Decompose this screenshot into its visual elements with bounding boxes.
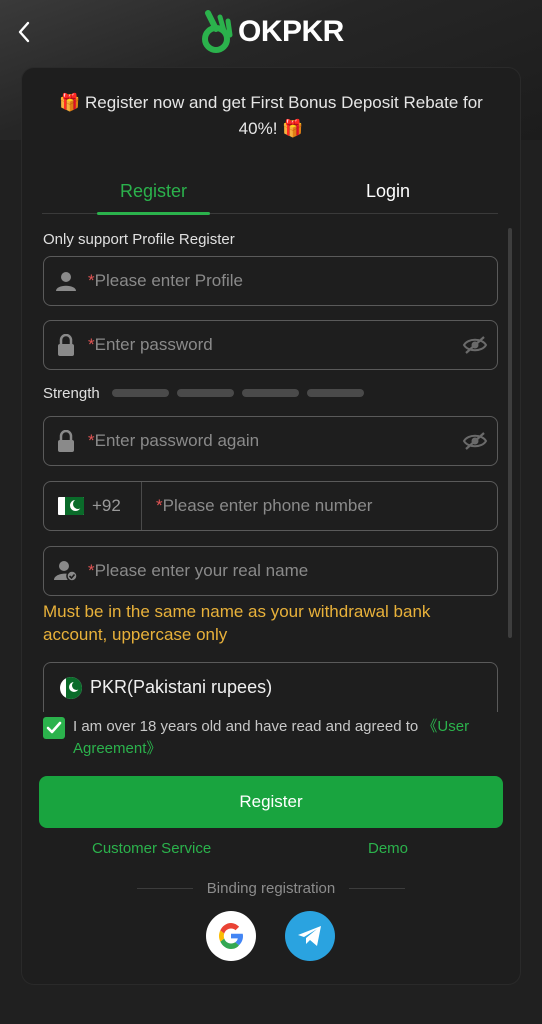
password-strength: Strength xyxy=(43,383,364,403)
brand-logo: OKPKR xyxy=(200,8,344,56)
real-name-warning: Must be in the same name as your withdra… xyxy=(43,602,431,644)
strength-bar xyxy=(111,389,169,397)
password-field[interactable]: *Enter password xyxy=(43,320,498,370)
telegram-login-button[interactable] xyxy=(285,911,335,961)
logo-text: OKPKR xyxy=(238,15,344,48)
register-button[interactable]: Register xyxy=(39,776,503,828)
footer-links: Customer Service Demo xyxy=(22,840,520,862)
tab-register[interactable]: Register xyxy=(97,168,210,215)
phone-placeholder: *Please enter phone number xyxy=(156,496,373,515)
google-icon xyxy=(219,923,243,949)
currency-selector[interactable]: PKR(Pakistani rupees) xyxy=(43,662,498,712)
country-code-selector[interactable]: +92 xyxy=(44,482,142,530)
profile-field[interactable]: *Please enter Profile xyxy=(43,256,498,306)
agreement-checkbox[interactable] xyxy=(43,717,65,739)
pakistan-flag-icon xyxy=(58,497,84,515)
google-login-button[interactable] xyxy=(206,911,256,961)
scrollbar[interactable] xyxy=(508,228,512,638)
register-card: 🎁 Register now and get First Bonus Depos… xyxy=(22,68,520,984)
password-confirm-field[interactable]: *Enter password again xyxy=(43,416,498,466)
pakistan-flag-icon xyxy=(60,676,82,699)
binding-divider: Binding registration xyxy=(137,878,406,898)
divider-line xyxy=(137,887,193,889)
register-hint: Only support Profile Register xyxy=(43,231,235,248)
lock-icon xyxy=(44,417,88,465)
profile-placeholder: *Please enter Profile xyxy=(88,271,243,290)
lock-icon xyxy=(44,321,88,369)
customer-service-link[interactable]: Customer Service xyxy=(92,840,211,857)
user-verified-icon xyxy=(44,547,88,595)
promo-banner: 🎁 Register now and get First Bonus Depos… xyxy=(59,93,483,138)
country-code: +92 xyxy=(92,496,121,515)
back-button[interactable] xyxy=(10,18,38,46)
real-name-placeholder: *Please enter your real name xyxy=(88,561,309,580)
agreement-row: I am over 18 years old and have read and… xyxy=(43,716,503,760)
eye-off-icon[interactable] xyxy=(453,321,497,369)
divider-line xyxy=(349,887,406,889)
real-name-field[interactable]: *Please enter your real name xyxy=(43,546,498,596)
strength-bar xyxy=(306,389,364,397)
telegram-icon xyxy=(298,926,321,946)
check-icon xyxy=(46,721,62,734)
tab-login[interactable]: Login xyxy=(332,168,444,214)
ok-hand-icon xyxy=(202,10,233,53)
agreement-text: I am over 18 years old and have read and… xyxy=(73,718,470,757)
phone-field[interactable]: +92 *Please enter phone number xyxy=(43,481,498,531)
strength-bar xyxy=(241,389,299,397)
auth-tabs: Register Login xyxy=(42,168,498,215)
binding-label: Binding registration xyxy=(206,879,336,897)
eye-off-icon[interactable] xyxy=(453,417,497,465)
strength-bar xyxy=(176,389,234,397)
social-login xyxy=(22,911,520,963)
currency-value: PKR(Pakistani rupees) xyxy=(90,677,273,697)
demo-link[interactable]: Demo xyxy=(368,840,408,857)
chevron-left-icon xyxy=(18,21,30,43)
strength-label: Strength xyxy=(43,384,100,402)
password-confirm-placeholder: *Enter password again xyxy=(88,431,260,450)
user-icon xyxy=(44,257,88,305)
password-placeholder: *Enter password xyxy=(88,335,213,354)
